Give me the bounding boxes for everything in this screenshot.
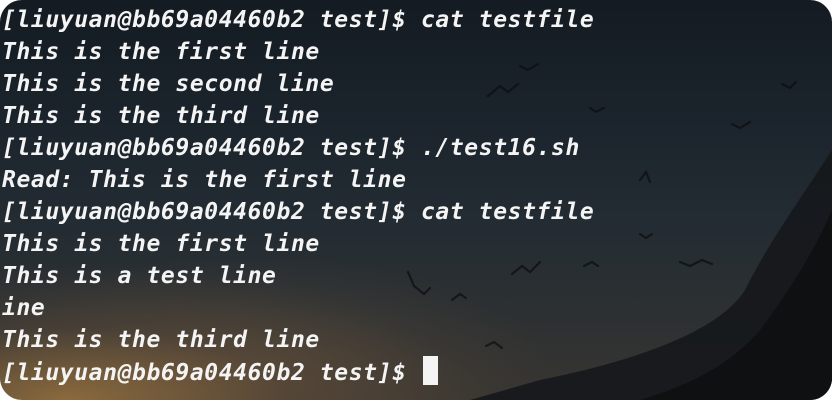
terminal-line-output: This is the third line — [2, 103, 320, 129]
terminal-line-prompt-2: [liuyuan@bb69a04460b2 test]$ ./test16.sh — [2, 135, 580, 161]
terminal-current-prompt: [liuyuan@bb69a04460b2 test]$ — [2, 360, 421, 386]
terminal-line-output: Read: This is the first line — [2, 167, 407, 193]
terminal-line-output: This is the first line — [2, 231, 320, 257]
terminal-line-output: This is the second line — [2, 71, 335, 97]
terminal-line-output: This is the third line — [2, 327, 320, 353]
terminal-line-output: ine — [2, 295, 46, 321]
terminal-current-prompt-line[interactable]: [liuyuan@bb69a04460b2 test]$ — [2, 356, 594, 388]
terminal-line-output: This is the first line — [2, 39, 320, 65]
text-cursor[interactable] — [422, 356, 438, 385]
terminal-line-prompt-1: [liuyuan@bb69a04460b2 test]$ cat testfil… — [2, 7, 595, 33]
terminal-line-output: This is a test line — [2, 263, 277, 289]
terminal-output[interactable]: [liuyuan@bb69a04460b2 test]$ cat testfil… — [2, 4, 594, 388]
terminal-window[interactable]: [liuyuan@bb69a04460b2 test]$ cat testfil… — [0, 0, 832, 400]
terminal-line-prompt-3: [liuyuan@bb69a04460b2 test]$ cat testfil… — [2, 199, 595, 225]
